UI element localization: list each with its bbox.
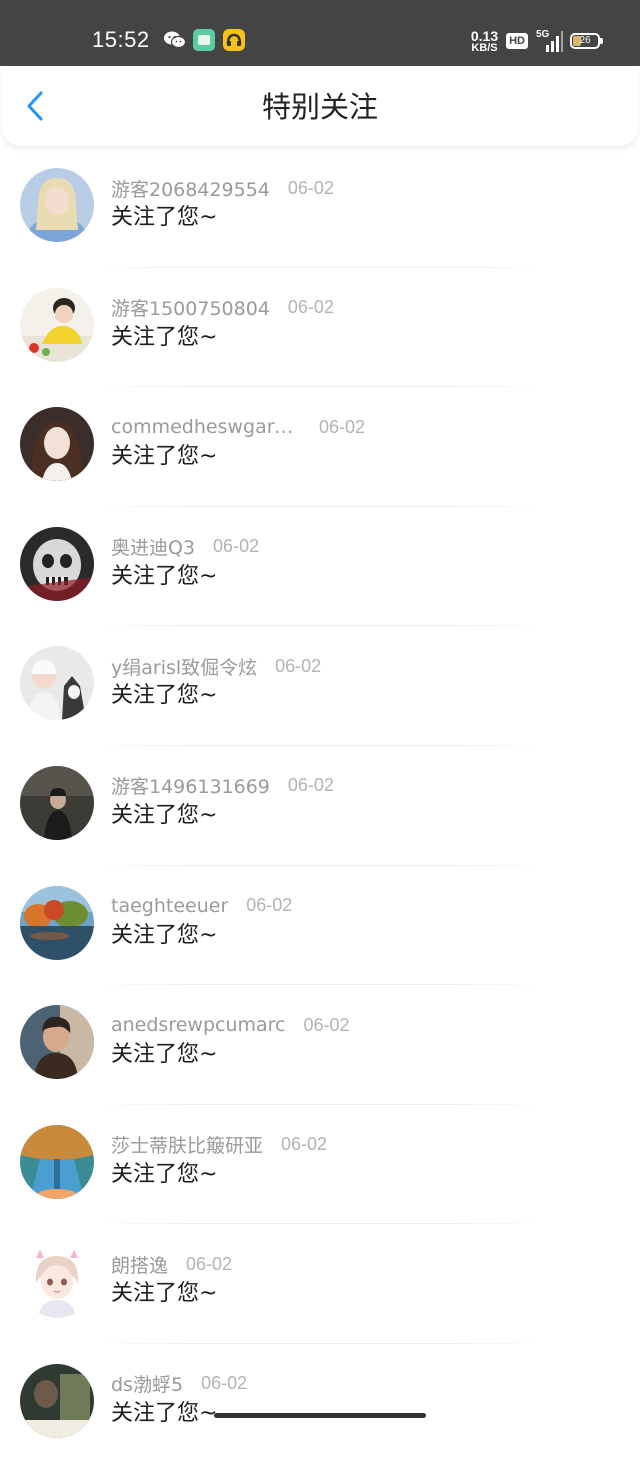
notification-meta: 莎士蒂肤比簸研亚 06-02 bbox=[111, 1132, 327, 1158]
username[interactable]: 朗搭逸 bbox=[111, 1251, 168, 1278]
status-bar: 15:52 0.13 KB/S HD 5G 26 bbox=[0, 0, 640, 66]
avatar[interactable] bbox=[20, 287, 94, 362]
notification-meta: 朗搭逸 06-02 bbox=[111, 1251, 232, 1277]
notification-meta: taeghteeuer 06-02 bbox=[111, 893, 292, 919]
avatar[interactable] bbox=[20, 168, 94, 242]
network-speed: 0.13 KB/S bbox=[470, 27, 499, 54]
list-item[interactable]: ds渤蜉5 06-02 关注了您~ bbox=[0, 1344, 640, 1464]
username[interactable]: 游客1496131669 bbox=[111, 772, 270, 799]
notification-date: 06-02 bbox=[213, 536, 260, 557]
list-item[interactable]: 游客2068429554 06-02 关注了您~ bbox=[0, 148, 640, 268]
notification-message: 关注了您~ bbox=[111, 1400, 218, 1426]
avatar[interactable] bbox=[20, 885, 94, 960]
notification-meta: ds渤蜉5 06-02 bbox=[111, 1371, 247, 1397]
notification-date: 06-02 bbox=[186, 1253, 233, 1274]
username[interactable]: commedheswgarc... bbox=[111, 416, 301, 438]
notification-message: 关注了您~ bbox=[111, 922, 218, 948]
list-item[interactable]: taeghteeuer 06-02 关注了您~ bbox=[0, 866, 640, 986]
battery-level: 26 bbox=[579, 35, 591, 46]
hd-badge: HD bbox=[506, 33, 528, 49]
username[interactable]: ds渤蜉5 bbox=[111, 1370, 183, 1397]
avatar[interactable] bbox=[20, 1363, 94, 1438]
notification-date: 06-02 bbox=[287, 177, 334, 198]
home-indicator[interactable] bbox=[214, 1413, 426, 1418]
avatar[interactable] bbox=[20, 407, 94, 482]
avatar[interactable] bbox=[20, 765, 94, 840]
username[interactable]: y绢arisl致倔令炫 bbox=[111, 653, 257, 680]
notification-message: 关注了您~ bbox=[111, 802, 218, 828]
notification-meta: 游客2068429554 06-02 bbox=[111, 175, 334, 201]
username[interactable]: 莎士蒂肤比簸研亚 bbox=[111, 1131, 263, 1158]
notification-message: 关注了您~ bbox=[111, 683, 218, 709]
username[interactable]: taeghteeuer bbox=[111, 895, 228, 917]
notification-date: 06-02 bbox=[303, 1014, 350, 1035]
notification-message: 关注了您~ bbox=[111, 1281, 218, 1307]
notification-date: 06-02 bbox=[287, 775, 334, 796]
notification-list: 游客2068429554 06-02 关注了您~ 游客1500750804 06… bbox=[0, 148, 640, 1464]
green-app-icon bbox=[193, 29, 215, 51]
notification-date: 06-02 bbox=[201, 1373, 248, 1394]
list-item[interactable]: 游客1500750804 06-02 关注了您~ bbox=[0, 268, 640, 388]
page-title: 特别关注 bbox=[261, 90, 378, 124]
notification-message: 关注了您~ bbox=[111, 444, 218, 470]
notification-meta: 游客1496131669 06-02 bbox=[111, 773, 334, 799]
network-speed-value: 0.13 bbox=[470, 27, 499, 44]
notification-meta: 游客1500750804 06-02 bbox=[111, 295, 334, 321]
notification-meta: commedheswgarc... 06-02 bbox=[111, 414, 365, 440]
username[interactable]: anedsrewpcumarc bbox=[111, 1014, 286, 1036]
notification-message: 关注了您~ bbox=[111, 1042, 218, 1068]
list-item[interactable]: 游客1496131669 06-02 关注了您~ bbox=[0, 746, 640, 866]
status-indicators: 0.13 KB/S HD 5G 26 bbox=[470, 27, 603, 54]
notification-date: 06-02 bbox=[281, 1134, 328, 1155]
notification-meta: anedsrewpcumarc 06-02 bbox=[111, 1012, 350, 1038]
username[interactable]: 游客1500750804 bbox=[111, 294, 270, 321]
avatar[interactable] bbox=[20, 526, 94, 601]
signal-icon: 5G bbox=[536, 29, 563, 52]
notification-date: 06-02 bbox=[287, 297, 334, 318]
status-time: 15:52 bbox=[92, 27, 150, 52]
avatar[interactable] bbox=[20, 1005, 94, 1080]
notification-message: 关注了您~ bbox=[111, 205, 218, 230]
network-type: 5G bbox=[536, 29, 550, 40]
notification-meta: 奥进迪Q3 06-02 bbox=[111, 534, 259, 560]
list-item[interactable]: y绢arisl致倔令炫 06-02 关注了您~ bbox=[0, 626, 640, 746]
notification-message: 关注了您~ bbox=[111, 324, 218, 350]
avatar[interactable] bbox=[20, 1244, 94, 1319]
list-item[interactable]: commedheswgarc... 06-02 关注了您~ bbox=[0, 387, 640, 507]
list-item[interactable]: anedsrewpcumarc 06-02 关注了您~ bbox=[0, 985, 640, 1105]
notification-date: 06-02 bbox=[246, 895, 293, 916]
page-header: 特别关注 bbox=[2, 66, 638, 146]
yellow-app-icon bbox=[223, 29, 245, 51]
notification-message: 关注了您~ bbox=[111, 563, 218, 589]
username[interactable]: 奥进迪Q3 bbox=[111, 533, 195, 560]
wechat-icon bbox=[163, 29, 187, 51]
list-item[interactable]: 莎士蒂肤比簸研亚 06-02 关注了您~ bbox=[0, 1105, 640, 1225]
notification-message: 关注了您~ bbox=[111, 1161, 218, 1187]
notification-date: 06-02 bbox=[319, 416, 366, 437]
avatar[interactable] bbox=[20, 646, 94, 721]
notification-meta: y绢arisl致倔令炫 06-02 bbox=[111, 653, 321, 679]
list-item[interactable]: 奥进迪Q3 06-02 关注了您~ bbox=[0, 507, 640, 627]
network-speed-unit: KB/S bbox=[471, 41, 498, 54]
battery-icon: 26 bbox=[570, 33, 603, 49]
avatar[interactable] bbox=[20, 1124, 94, 1199]
list-item[interactable]: 朗搭逸 06-02 关注了您~ bbox=[0, 1224, 640, 1344]
username[interactable]: 游客2068429554 bbox=[111, 175, 270, 202]
notification-date: 06-02 bbox=[275, 655, 322, 676]
